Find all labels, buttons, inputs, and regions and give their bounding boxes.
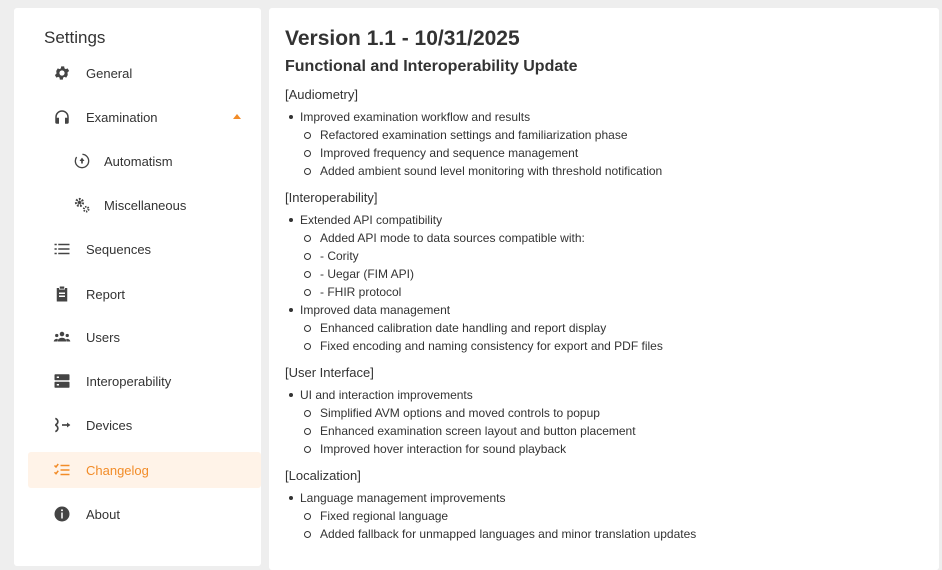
change-subitem: Added fallback for unmapped languages an… [300, 525, 939, 543]
sidebar-item-label: Sequences [86, 241, 152, 257]
sidebar-item-about[interactable]: About [28, 496, 261, 532]
sidebar-item-label: Changelog [86, 462, 149, 478]
change-subitem: Refactored examination settings and fami… [300, 126, 939, 144]
change-item: Language management improvements Fixed re… [285, 489, 939, 543]
sidebar-item-sequences[interactable]: Sequences [28, 231, 261, 267]
change-item-text: Improved examination workflow and result… [300, 110, 531, 124]
change-item-text: UI and interaction improvements [300, 388, 473, 402]
version-title: Version 1.1 - 10/31/2025 [285, 27, 520, 50]
version-subtitle: Functional and Interoperability Update [285, 58, 578, 75]
change-subitem: Added API mode to data sources compatibl… [300, 229, 939, 247]
change-item: Improved data management Enhanced calibra… [285, 301, 939, 355]
sidebar-item-report[interactable]: Report [28, 276, 261, 312]
sidebar-item-miscellaneous[interactable]: Miscellaneous [28, 187, 261, 223]
sidebar-item-devices[interactable]: Devices [28, 407, 261, 443]
sidebar-item-label: Users [86, 329, 120, 345]
sidebar-item-label: About [86, 506, 120, 522]
checklist-icon [52, 460, 72, 480]
change-item: UI and interaction improvements Simplifie… [285, 386, 939, 458]
gear-icon [52, 63, 72, 83]
change-list: Improved examination workflow and result… [285, 108, 939, 180]
devices-icon [52, 415, 72, 435]
sidebar-title: Settings [44, 28, 106, 47]
change-sublist: Enhanced calibration date handling and r… [300, 319, 939, 355]
sidebar-item-label: Miscellaneous [104, 197, 187, 213]
change-subitem: Added ambient sound level monitoring wit… [300, 162, 939, 180]
change-list: UI and interaction improvements Simplifie… [285, 386, 939, 458]
section-title: [Interoperability] [285, 190, 378, 205]
change-sublist: Added API mode to data sources compatibl… [300, 229, 939, 301]
change-subitem: Enhanced calibration date handling and r… [300, 319, 939, 337]
change-item-text: Extended API compatibility [300, 213, 443, 227]
gears-icon [72, 195, 92, 215]
sidebar-item-label: Examination [86, 109, 158, 125]
changelog-panel[interactable]: Version 1.1 - 10/31/2025 Functional and … [269, 8, 939, 570]
change-sublist: Simplified AVM options and moved control… [300, 404, 939, 458]
change-subitem: Improved hover interaction for sound pla… [300, 440, 939, 458]
auto-cycle-icon [72, 151, 92, 171]
changelog-sections: [Audiometry] Improved examination workflo… [285, 86, 939, 543]
sidebar-item-label: Automatism [104, 153, 173, 169]
change-subitem: - Cority [300, 247, 939, 265]
change-item-text: Improved data management [300, 303, 451, 317]
clipboard-icon [52, 284, 72, 304]
change-item: Extended API compatibility Added API mode… [285, 211, 939, 301]
change-subitem: Enhanced examination screen layout and b… [300, 422, 939, 440]
settings-sidebar: Settings General Examination Automatism … [14, 8, 261, 566]
change-list: Language management improvements Fixed re… [285, 489, 939, 543]
sidebar-item-label: Report [86, 286, 126, 302]
sidebar-item-users[interactable]: Users [28, 319, 261, 355]
section-title: [Audiometry] [285, 87, 358, 102]
change-subitem: - Uegar (FIM API) [300, 265, 939, 283]
section-title: [User Interface] [285, 365, 374, 380]
change-subitem: Fixed regional language [300, 507, 939, 525]
change-subitem: Improved frequency and sequence manageme… [300, 144, 939, 162]
change-item-text: Language management improvements [300, 491, 506, 505]
change-item: Improved examination workflow and result… [285, 108, 939, 180]
change-sublist: Fixed regional language Added fallback fo… [300, 507, 939, 543]
info-icon [52, 504, 72, 524]
change-sublist: Refactored examination settings and fami… [300, 126, 939, 180]
change-subitem: - FHIR protocol [300, 283, 939, 301]
change-subitem: Simplified AVM options and moved control… [300, 404, 939, 422]
sidebar-item-automatism[interactable]: Automatism [28, 143, 261, 179]
chevron-up-icon[interactable] [233, 114, 241, 119]
change-subitem: Fixed encoding and naming consistency fo… [300, 337, 939, 355]
server-icon [52, 371, 72, 391]
headphones-icon [52, 107, 72, 127]
sidebar-item-general[interactable]: General [28, 55, 261, 91]
sidebar-item-label: Devices [86, 417, 133, 433]
change-list: Extended API compatibility Added API mode… [285, 211, 939, 355]
sidebar-item-interoperability[interactable]: Interoperability [28, 363, 261, 399]
sidebar-item-examination[interactable]: Examination [28, 99, 261, 135]
sidebar-item-label: General [86, 65, 133, 81]
sidebar-item-label: Interoperability [86, 373, 172, 389]
users-icon [52, 327, 72, 347]
section-title: [Localization] [285, 468, 361, 483]
sidebar-item-changelog[interactable]: Changelog [28, 452, 261, 488]
list-icon [52, 239, 72, 259]
